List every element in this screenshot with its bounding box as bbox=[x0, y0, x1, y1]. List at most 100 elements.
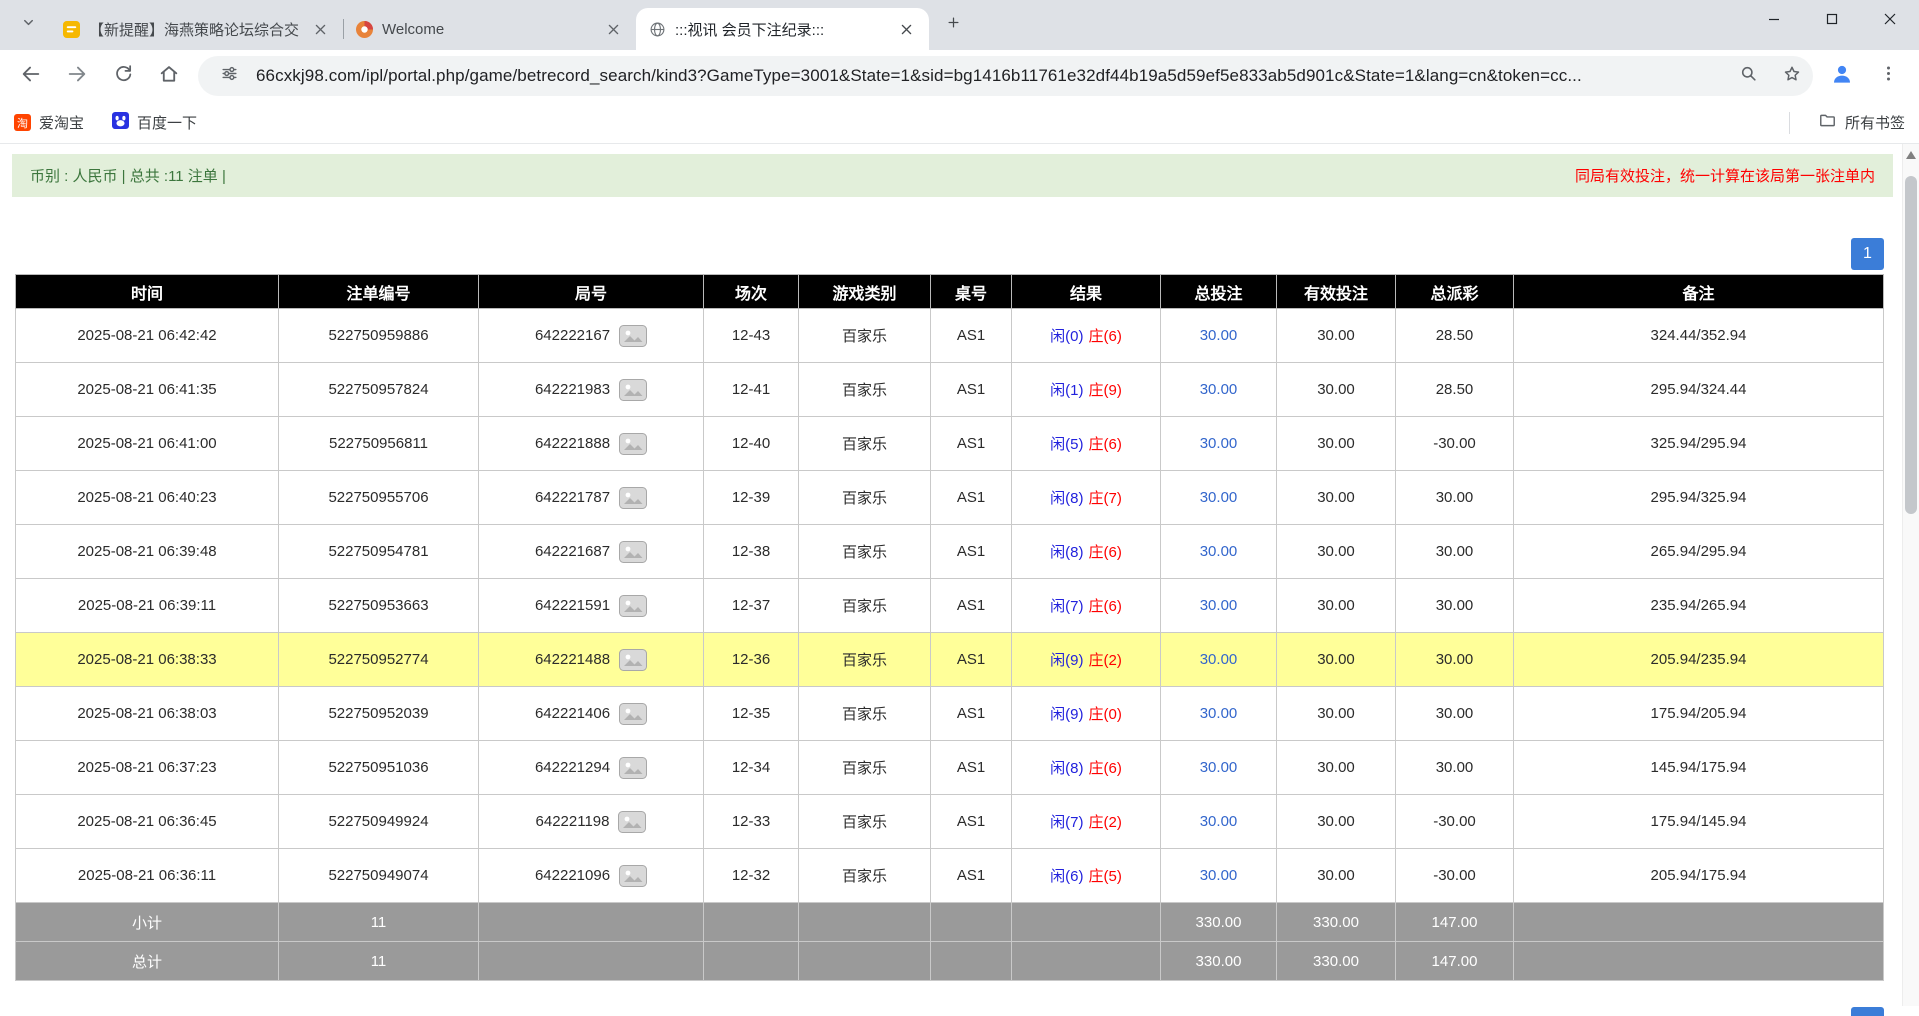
tab-close-icon[interactable] bbox=[309, 18, 331, 40]
col-table-no: 桌号 bbox=[931, 275, 1012, 309]
cell-time: 2025-08-21 06:37:23 bbox=[16, 741, 279, 795]
cell-game-type: 百家乐 bbox=[799, 795, 931, 849]
video-replay-icon[interactable] bbox=[618, 811, 646, 833]
video-replay-icon[interactable] bbox=[619, 379, 647, 401]
round-id-group: 642221591 bbox=[535, 595, 647, 617]
total-bet-link[interactable]: 30.00 bbox=[1200, 813, 1238, 830]
empty-cell bbox=[704, 903, 799, 942]
cell-note: 295.94/324.44 bbox=[1514, 363, 1884, 417]
back-button[interactable] bbox=[10, 55, 52, 97]
tab-forum[interactable]: 【新提醒】海燕策略论坛综合交 bbox=[50, 8, 343, 50]
window-controls bbox=[1745, 0, 1919, 42]
total-row: 总计 11 330.00 330.00 147.00 bbox=[16, 942, 1884, 981]
cell-result: 闲(7)庄(6) bbox=[1012, 579, 1161, 633]
col-total-bet: 总投注 bbox=[1161, 275, 1277, 309]
video-replay-icon[interactable] bbox=[619, 703, 647, 725]
cell-round-id: 642221687 bbox=[479, 525, 704, 579]
round-number: 642221096 bbox=[535, 867, 610, 884]
minimize-button[interactable] bbox=[1745, 0, 1803, 42]
bookmark-star-button[interactable] bbox=[1775, 59, 1809, 93]
table-row: 2025-08-21 06:38:03522750952039642221406… bbox=[16, 687, 1884, 741]
cell-round-id: 642221888 bbox=[479, 417, 704, 471]
video-replay-icon[interactable] bbox=[619, 487, 647, 509]
total-bet-link[interactable]: 30.00 bbox=[1200, 759, 1238, 776]
cell-bet-id: 522750951036 bbox=[279, 741, 479, 795]
close-button[interactable] bbox=[1861, 0, 1919, 42]
bookmark-taobao[interactable]: 淘 爱淘宝 bbox=[14, 112, 84, 133]
total-bet-link[interactable]: 30.00 bbox=[1200, 435, 1238, 452]
round-id-group: 642222167 bbox=[535, 325, 647, 347]
profile-button[interactable] bbox=[1821, 55, 1863, 97]
total-bet-link[interactable]: 30.00 bbox=[1200, 651, 1238, 668]
player-result: 闲(0) bbox=[1050, 328, 1083, 345]
page-1-button[interactable]: 1 bbox=[1851, 238, 1884, 270]
currency-summary-text: 币别 : 人民币 | 总共 :11 注单 | bbox=[30, 165, 226, 186]
empty-cell bbox=[1514, 903, 1884, 942]
home-button[interactable] bbox=[148, 55, 190, 97]
video-replay-icon[interactable] bbox=[619, 649, 647, 671]
cell-result: 闲(9)庄(0) bbox=[1012, 687, 1161, 741]
table-row: 2025-08-21 06:39:11522750953663642221591… bbox=[16, 579, 1884, 633]
tab-close-icon[interactable] bbox=[895, 18, 917, 40]
cell-time: 2025-08-21 06:38:33 bbox=[16, 633, 279, 687]
tab-welcome[interactable]: Welcome bbox=[343, 8, 636, 50]
cell-total-bet: 30.00 bbox=[1161, 849, 1277, 903]
banker-result: 庄(6) bbox=[1089, 436, 1122, 453]
bookmark-baidu[interactable]: 百度一下 bbox=[112, 112, 197, 133]
cell-valid-bet: 30.00 bbox=[1277, 363, 1396, 417]
zoom-icon bbox=[1739, 64, 1758, 88]
cell-session: 12-41 bbox=[704, 363, 799, 417]
round-number: 642221787 bbox=[535, 489, 610, 506]
cell-payout: -30.00 bbox=[1396, 795, 1514, 849]
cell-note: 145.94/175.94 bbox=[1514, 741, 1884, 795]
tab-search-button[interactable] bbox=[10, 7, 46, 43]
cell-payout: -30.00 bbox=[1396, 849, 1514, 903]
tab-title: 【新提醒】海燕策略论坛综合交 bbox=[89, 19, 300, 40]
cell-payout: 30.00 bbox=[1396, 525, 1514, 579]
video-replay-icon[interactable] bbox=[619, 541, 647, 563]
cell-round-id: 642221096 bbox=[479, 849, 704, 903]
total-total-bet: 330.00 bbox=[1161, 942, 1277, 981]
total-bet-link[interactable]: 30.00 bbox=[1200, 597, 1238, 614]
tab-bet-record[interactable]: :::视讯 会员下注纪录::: bbox=[636, 8, 929, 50]
maximize-button[interactable] bbox=[1803, 0, 1861, 42]
round-id-group: 642221488 bbox=[535, 649, 647, 671]
video-replay-icon[interactable] bbox=[619, 757, 647, 779]
vertical-scrollbar[interactable] bbox=[1902, 144, 1919, 1006]
bookmarks-separator bbox=[1789, 112, 1790, 134]
video-replay-icon[interactable] bbox=[619, 325, 647, 347]
scroll-up-icon[interactable] bbox=[1906, 151, 1916, 159]
cell-bet-id: 522750953663 bbox=[279, 579, 479, 633]
table-row: 2025-08-21 06:40:23522750955706642221787… bbox=[16, 471, 1884, 525]
forward-button[interactable] bbox=[56, 55, 98, 97]
total-bet-link[interactable]: 30.00 bbox=[1200, 381, 1238, 398]
pagination-bottom-partial[interactable] bbox=[1851, 1007, 1884, 1016]
video-replay-icon[interactable] bbox=[619, 865, 647, 887]
tab-close-icon[interactable] bbox=[602, 18, 624, 40]
cell-result: 闲(8)庄(6) bbox=[1012, 741, 1161, 795]
site-settings-button[interactable] bbox=[212, 59, 246, 93]
total-bet-link[interactable]: 30.00 bbox=[1200, 867, 1238, 884]
total-bet-link[interactable]: 30.00 bbox=[1200, 327, 1238, 344]
all-bookmarks-button[interactable]: 所有书签 bbox=[1818, 111, 1905, 134]
total-bet-link[interactable]: 30.00 bbox=[1200, 543, 1238, 560]
cell-table-no: AS1 bbox=[931, 741, 1012, 795]
menu-button[interactable] bbox=[1867, 55, 1909, 97]
player-result: 闲(9) bbox=[1050, 652, 1083, 669]
cell-table-no: AS1 bbox=[931, 525, 1012, 579]
total-bet-link[interactable]: 30.00 bbox=[1200, 705, 1238, 722]
new-tab-button[interactable] bbox=[935, 7, 971, 43]
video-replay-icon[interactable] bbox=[619, 595, 647, 617]
cell-table-no: AS1 bbox=[931, 849, 1012, 903]
cell-payout: 30.00 bbox=[1396, 579, 1514, 633]
cell-time: 2025-08-21 06:41:00 bbox=[16, 417, 279, 471]
cell-game-type: 百家乐 bbox=[799, 849, 931, 903]
player-result: 闲(8) bbox=[1050, 760, 1083, 777]
cell-session: 12-38 bbox=[704, 525, 799, 579]
total-bet-link[interactable]: 30.00 bbox=[1200, 489, 1238, 506]
video-replay-icon[interactable] bbox=[619, 433, 647, 455]
zoom-button[interactable] bbox=[1731, 59, 1765, 93]
address-bar[interactable]: 66cxkj98.com/ipl/portal.php/game/betreco… bbox=[198, 56, 1813, 96]
scroll-thumb[interactable] bbox=[1905, 176, 1917, 514]
reload-button[interactable] bbox=[102, 55, 144, 97]
